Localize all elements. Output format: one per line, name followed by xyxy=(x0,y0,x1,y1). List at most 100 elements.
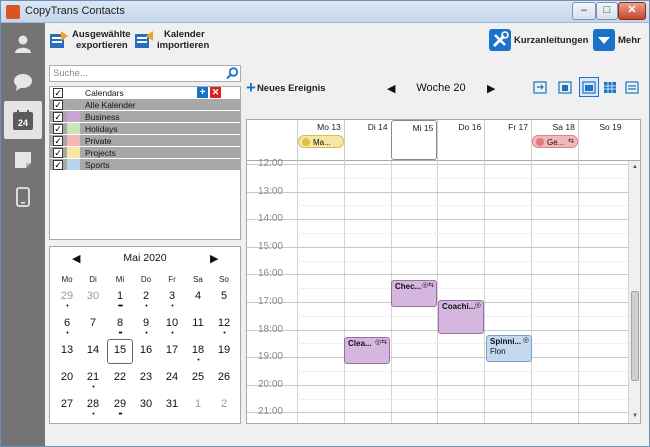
mini-cal-day[interactable]: 27 xyxy=(54,398,80,410)
vertical-scrollbar[interactable]: ▲ ▼ xyxy=(628,161,640,423)
mini-cal-day[interactable]: 29 xyxy=(54,290,80,302)
mini-cal-day[interactable]: 9 xyxy=(133,317,159,329)
weekday-label: Di xyxy=(89,275,97,284)
mini-cal-day[interactable]: 23 xyxy=(133,371,159,383)
mini-cal-day[interactable]: 31 xyxy=(159,398,185,410)
month-view-icon[interactable] xyxy=(603,80,617,94)
mini-cal-day[interactable]: 25 xyxy=(185,371,211,383)
hour-row xyxy=(247,246,640,248)
mini-cal-day[interactable]: 26 xyxy=(211,371,237,383)
sidebar-item-calendar[interactable]: 24 xyxy=(4,101,42,139)
search-icon[interactable] xyxy=(226,67,239,80)
weekday-label: Mo xyxy=(61,275,73,284)
calendar-checkbox[interactable]: ✓ xyxy=(53,112,63,122)
calendar-row[interactable]: ✓ Holidays xyxy=(50,123,240,135)
mini-cal-day[interactable]: 11 xyxy=(185,317,211,329)
half-hour-line xyxy=(297,288,640,290)
maximize-button[interactable]: □ xyxy=(596,2,618,20)
export-icon xyxy=(50,31,68,48)
more-button[interactable]: Mehr xyxy=(593,29,641,51)
calendar-row[interactable]: ✓ Private xyxy=(50,135,240,147)
calendar-row[interactable]: ✓ Sports xyxy=(50,159,240,171)
week-view-button[interactable] xyxy=(579,77,599,97)
mini-cal-day[interactable]: 15 xyxy=(107,339,133,364)
mini-cal-day[interactable]: 28 xyxy=(80,398,106,410)
mini-cal-day[interactable]: 30 xyxy=(80,290,106,302)
calendar-row[interactable]: ✓ Projects xyxy=(50,147,240,159)
search-input[interactable]: Suche... xyxy=(49,65,241,82)
event-indicator: • xyxy=(171,303,173,310)
calendar-row[interactable]: ✓ Business xyxy=(50,111,240,123)
day-header[interactable]: Fr 17 xyxy=(484,120,531,161)
prev-week-button[interactable]: ◀ xyxy=(387,82,395,95)
mini-cal-day[interactable]: 30 xyxy=(133,398,159,410)
day-header[interactable]: Mi 15 xyxy=(390,120,438,160)
delete-calendar-button[interactable]: ✕ xyxy=(210,87,221,98)
select-all-checkbox[interactable]: ✓ xyxy=(53,88,63,98)
day-view-icon[interactable] xyxy=(558,80,572,94)
today-view-icon[interactable] xyxy=(533,80,547,94)
sidebar-item-device[interactable] xyxy=(4,178,42,216)
calendar-row[interactable]: ✓ Alle Kalender xyxy=(50,99,240,111)
calendar-checkbox[interactable]: ✓ xyxy=(53,160,63,170)
calendar-event[interactable]: Chec... ◎⇆ xyxy=(391,280,437,307)
new-event-button[interactable]: + Neues Ereignis xyxy=(246,79,326,96)
calendar-checkbox[interactable]: ✓ xyxy=(53,136,63,146)
mini-cal-day[interactable]: 7 xyxy=(80,317,106,329)
mini-cal-day[interactable]: 1 xyxy=(107,290,133,302)
calendar-list-header-label: Calendars xyxy=(85,88,124,98)
mini-cal-day[interactable]: 12 xyxy=(211,317,237,329)
mini-cal-day[interactable]: 17 xyxy=(159,344,185,356)
mini-cal-day[interactable]: 13 xyxy=(54,344,80,356)
mini-cal-day[interactable]: 1 xyxy=(185,398,211,410)
hour-label: 15:00 xyxy=(257,240,283,252)
mini-cal-day[interactable]: 19 xyxy=(211,344,237,356)
calendar-checkbox[interactable]: ✓ xyxy=(53,148,63,158)
calendar-checkbox[interactable]: ✓ xyxy=(53,100,63,110)
mini-cal-day[interactable]: 21 xyxy=(80,371,106,383)
mini-cal-day[interactable]: 16 xyxy=(133,344,159,356)
mini-cal-day[interactable]: 2 xyxy=(211,398,237,410)
mini-cal-day[interactable]: 6 xyxy=(54,317,80,329)
scrollbar-thumb[interactable] xyxy=(631,291,639,381)
minimize-button[interactable]: – xyxy=(572,2,596,20)
day-header[interactable]: So 19 xyxy=(577,120,625,161)
mini-cal-day[interactable]: 8 xyxy=(107,317,133,329)
export-label-line2: exportieren xyxy=(76,40,128,51)
add-calendar-button[interactable]: + xyxy=(197,87,208,98)
sidebar-item-messages[interactable] xyxy=(4,63,42,101)
mini-cal-day[interactable]: 18 xyxy=(185,344,211,356)
window-title: CopyTrans Contacts xyxy=(25,5,125,17)
next-week-button[interactable]: ▶ xyxy=(487,82,495,95)
mini-cal-day[interactable]: 20 xyxy=(54,371,80,383)
mini-cal-day[interactable]: 5 xyxy=(211,290,237,302)
quick-guides-button[interactable]: Kurzanleitungen xyxy=(489,29,588,51)
calendar-event[interactable]: Clea... ◎⇆ xyxy=(344,337,390,364)
export-label-line1: Ausgewählte xyxy=(72,29,131,40)
close-button[interactable]: ✕ xyxy=(618,2,646,20)
export-selected-button[interactable]: Ausgewählte exportieren xyxy=(49,29,131,51)
day-header[interactable]: Do 16 xyxy=(437,120,484,161)
mini-cal-day[interactable]: 24 xyxy=(159,371,185,383)
import-label-line1: Kalender xyxy=(164,29,205,40)
calendar-event[interactable]: Spinni... Flon ◎ xyxy=(486,335,532,362)
mini-cal-day[interactable]: 29 xyxy=(107,398,133,410)
calendar-event[interactable]: Coachi... ◎ xyxy=(438,300,484,334)
list-view-icon[interactable] xyxy=(625,80,639,94)
sidebar-item-contacts[interactable] xyxy=(4,25,42,63)
mini-cal-day[interactable]: 10 xyxy=(159,317,185,329)
calendar-checkbox[interactable]: ✓ xyxy=(53,124,63,134)
allday-event[interactable]: Ma... xyxy=(298,135,344,148)
event-indicator: ••• xyxy=(117,303,123,310)
allday-event[interactable]: Ge... ⇆ xyxy=(532,135,578,148)
import-label-line2: importieren xyxy=(157,40,210,51)
mini-cal-day[interactable]: 2 xyxy=(133,290,159,302)
import-calendar-button[interactable]: Kalender importieren xyxy=(134,29,209,51)
mini-cal-day[interactable]: 4 xyxy=(185,290,211,302)
sidebar-item-notes[interactable] xyxy=(4,141,42,179)
mini-cal-day[interactable]: 3 xyxy=(159,290,185,302)
mini-cal-day[interactable]: 14 xyxy=(80,344,106,356)
mini-cal-next-button[interactable]: ▶ xyxy=(210,252,218,265)
mini-cal-day[interactable]: 22 xyxy=(107,371,133,383)
day-header[interactable]: Di 14 xyxy=(343,120,391,161)
